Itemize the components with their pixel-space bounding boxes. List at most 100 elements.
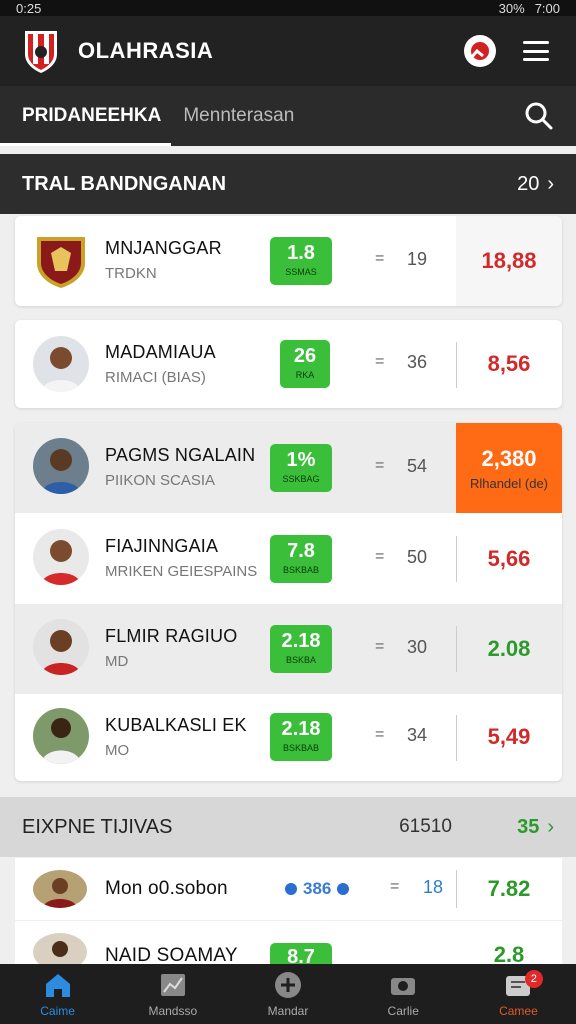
chevron-right-icon: ›	[547, 815, 554, 838]
odds-value[interactable]: 2.08	[456, 604, 562, 694]
nav-label: Mandsso	[148, 1004, 198, 1018]
score-label: SSMAS	[285, 267, 317, 277]
match-count: 30	[407, 637, 428, 657]
score-label: BSKBAB	[282, 565, 320, 575]
chevron-right-icon: ›	[547, 172, 554, 195]
nav-add[interactable]: Mandar	[230, 964, 345, 1024]
player-team: MO	[105, 742, 130, 759]
player-avatar	[33, 529, 89, 585]
player-team: PIIKON SCASIA	[105, 472, 216, 489]
odds-note: Rlhandel (de)	[469, 475, 549, 491]
section-header-expert[interactable]: EIXPNE TIJIVAS 61510 35 ›	[0, 797, 576, 857]
rating-value: 386	[303, 879, 332, 898]
player-list-card: PAGMS NGALAIN PIIKON SCASIA 1% SSKBAG = …	[15, 423, 562, 781]
score-badge: 26 RKA	[280, 340, 330, 388]
odds-value: 2,380	[481, 445, 537, 471]
score-label: SSKBAG	[282, 474, 320, 484]
score-badge: 1% SSKBAG	[270, 444, 332, 492]
odds-value[interactable]: 8,56	[456, 320, 562, 408]
club-crest-icon	[37, 237, 85, 288]
player-team: MRIKEN GEIESPAINS	[105, 563, 258, 580]
match-count: 18	[423, 877, 444, 897]
app-header: OLAHRASIA	[0, 16, 576, 86]
table-row[interactable]: PAGMS NGALAIN PIIKON SCASIA 1% SSKBAG = …	[15, 423, 562, 513]
dot-icon	[337, 883, 350, 895]
nav-label: Caime	[40, 1004, 75, 1018]
odds-value[interactable]: 18,88	[456, 216, 562, 306]
player-team: MD	[105, 653, 129, 670]
match-count: 54	[407, 456, 428, 476]
live-icon	[464, 35, 496, 67]
equals-icon: =	[375, 250, 385, 267]
equals-icon: =	[390, 878, 400, 895]
score-value: 7.8	[287, 540, 315, 562]
player-avatar	[33, 336, 89, 392]
player-avatar	[33, 619, 89, 675]
odds-value[interactable]: 5,49	[456, 693, 562, 781]
score-value: 8.7	[287, 946, 315, 964]
score-badge: 1.8 SSMAS	[270, 237, 332, 285]
odds-value[interactable]: 5,66	[456, 514, 562, 604]
odds-highlight[interactable]: 2,380 Rlhandel (de)	[456, 423, 562, 513]
score-badge: 2.18 BSKBA	[270, 625, 332, 673]
player-team: RIMACI (BIAS)	[105, 369, 206, 386]
status-time: 0:25	[16, 0, 42, 16]
player-avatar	[33, 870, 87, 908]
table-row[interactable]: KUBALKASLI EK MO 2.18 BSKBAB = 34 5,49	[15, 693, 562, 781]
equals-icon: =	[375, 457, 385, 474]
section-count: 20	[517, 172, 540, 195]
odds-value[interactable]: 7.82	[456, 858, 562, 920]
player-name: FIAJINNGAIA	[105, 536, 219, 556]
player-name: MNJANGGAR	[105, 238, 222, 258]
match-count: 34	[407, 725, 428, 745]
table-row[interactable]: MADAMIAUA RIMACI (BIAS) 26 RKA = 36 8,56	[15, 320, 562, 408]
status-bar: 0:25 30% 7:00	[0, 0, 576, 16]
player-name: NAID SOAMAY	[105, 945, 238, 964]
match-count: 36	[407, 352, 428, 372]
table-row[interactable]: FLMIR RAGIUO MD 2.18 BSKBA = 30 2.08	[15, 604, 562, 694]
section-title: TRAL BANDNGANAN	[22, 172, 227, 195]
hamburger-icon	[523, 41, 549, 61]
table-row[interactable]: MNJANGGAR TRDKN 1.8 SSMAS = 19 18,88	[15, 216, 562, 306]
score-label: RKA	[295, 370, 315, 380]
rating-pill: 386	[285, 879, 350, 899]
odds-value[interactable]: 2.8	[456, 935, 562, 964]
home-icon	[45, 974, 70, 997]
player-name: KUBALKASLI EK	[105, 715, 247, 735]
nav-label: Carlie	[387, 1004, 419, 1018]
equals-icon: =	[375, 353, 385, 370]
score-value: 2.18	[281, 718, 321, 740]
table-row[interactable]: FIAJINNGAIA MRIKEN GEIESPAINS 7.8 BSKBAB…	[15, 514, 562, 604]
section-title: EIXPNE TIJIVAS	[22, 815, 173, 838]
score-value: 2.18	[281, 630, 321, 652]
nav-inbox[interactable]: 2 Camee	[461, 964, 576, 1024]
battery-text: 30%	[498, 0, 525, 16]
notification-badge: 2	[524, 970, 543, 988]
score-badge: 8.7	[270, 943, 332, 964]
list-item[interactable]: NAID SOAMAY 8.7 2.8	[15, 921, 562, 964]
search-icon[interactable]	[524, 101, 554, 131]
add-icon	[275, 972, 301, 998]
live-button[interactable]	[462, 33, 498, 69]
player-avatar	[33, 708, 89, 764]
status-clock: 7:00	[534, 0, 560, 16]
player-card[interactable]: MADAMIAUA RIMACI (BIAS) 26 RKA = 36 8,56	[15, 320, 562, 408]
player-name: Mon o0.sobon	[105, 878, 228, 899]
player-card[interactable]: MNJANGGAR TRDKN 1.8 SSMAS = 19 18,88	[15, 216, 562, 306]
list-item[interactable]: Mon o0.sobon 386 = 18 7.82	[15, 858, 562, 920]
section-header-comparison[interactable]: TRAL BANDNGANAN 20 ›	[0, 154, 576, 214]
equals-icon: =	[375, 726, 385, 743]
nav-stats[interactable]: Mandsso	[115, 964, 230, 1024]
player-name: FLMIR RAGIUO	[105, 626, 238, 646]
tab-secondary[interactable]: Mennterasan	[183, 86, 294, 146]
nav-home[interactable]: Caime	[0, 964, 115, 1024]
menu-button[interactable]	[518, 33, 554, 69]
score-badge: 7.8 BSKBAB	[270, 535, 332, 583]
nav-camera[interactable]: Carlie	[346, 964, 461, 1024]
player-name: MADAMIAUA	[105, 342, 216, 362]
app-title: OLAHRASIA	[78, 38, 214, 63]
tab-primary[interactable]: PRIDANEEHKA	[0, 86, 172, 146]
dot-icon	[285, 883, 297, 895]
club-logo-icon	[25, 31, 57, 73]
bottom-nav: Caime Mandsso Mandar Carlie 2 Camee	[0, 964, 576, 1024]
